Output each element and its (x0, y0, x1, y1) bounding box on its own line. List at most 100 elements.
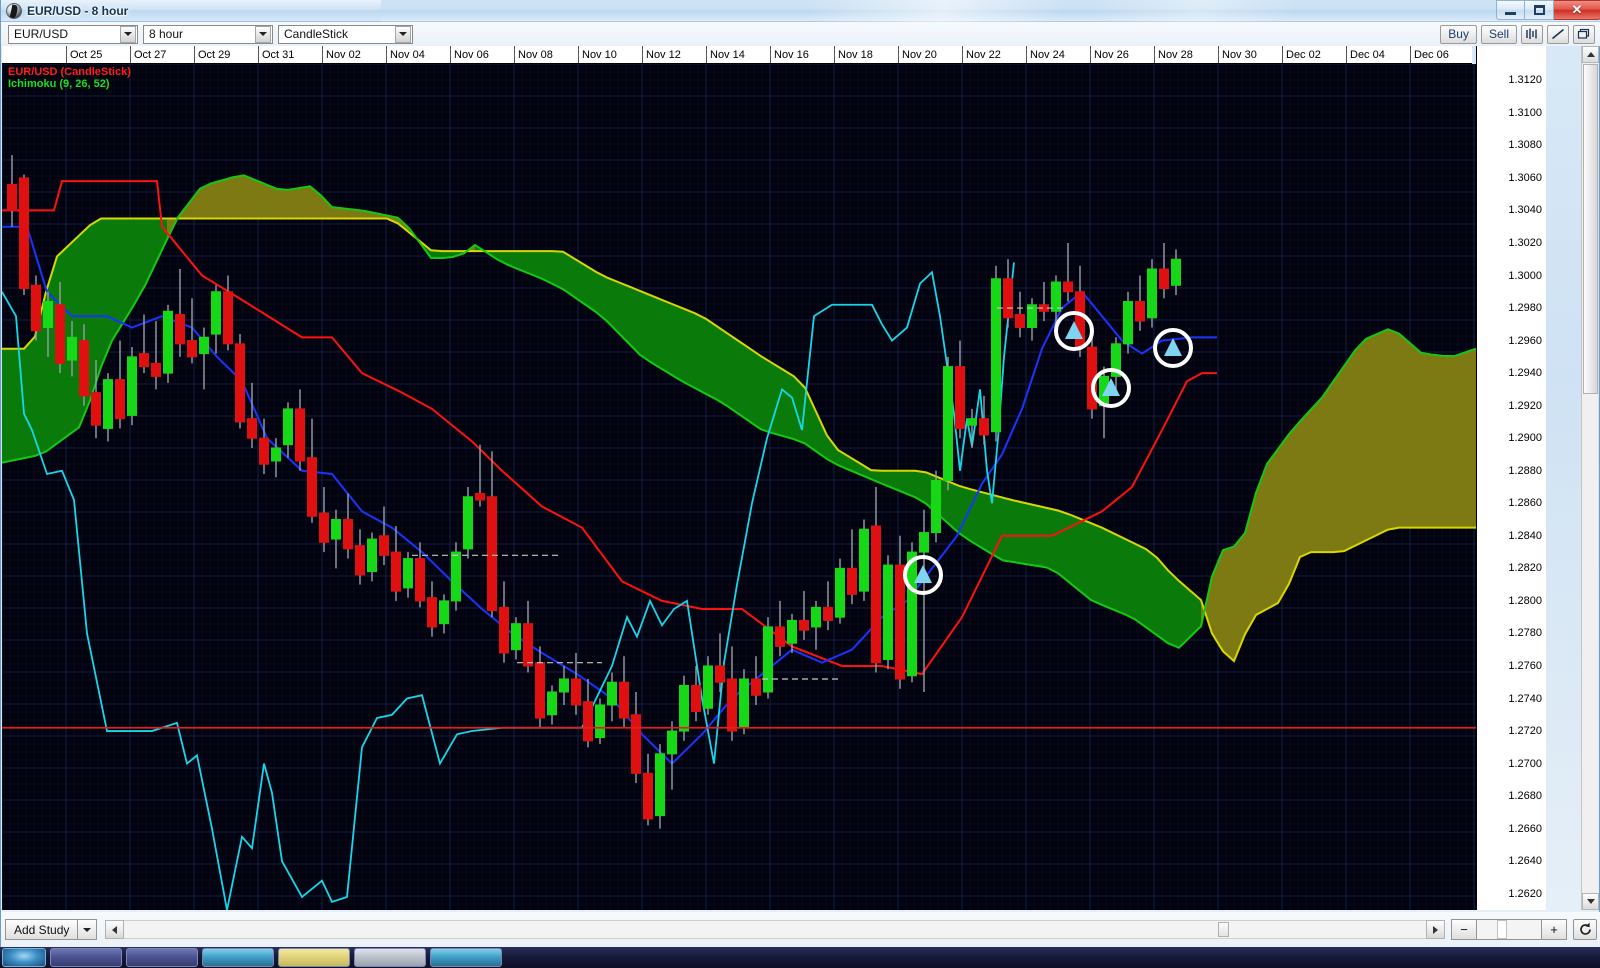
horizontal-scroll-thumb[interactable] (1217, 922, 1229, 937)
taskbar-item[interactable] (430, 948, 502, 967)
scroll-left-button[interactable] (105, 920, 125, 939)
candle-body (751, 678, 761, 696)
candle-body (343, 519, 353, 550)
candle-body (259, 437, 269, 465)
zoom-slider-thumb[interactable] (1497, 920, 1507, 939)
candle-body (127, 356, 137, 416)
chart-type-select[interactable]: CandleStick (278, 24, 413, 44)
price-axis-label: 1.2640 (1508, 855, 1542, 868)
buy-button[interactable]: Buy (1440, 24, 1477, 44)
taskbar-item[interactable] (278, 948, 350, 967)
date-axis-label: Oct 25 (66, 46, 102, 63)
bar-chart-icon[interactable] (1521, 24, 1543, 44)
vertical-scrollbar[interactable] (1581, 46, 1599, 910)
price-axis-label: 1.2740 (1508, 692, 1542, 705)
taskbar-item[interactable] (126, 948, 198, 967)
candle-body (739, 678, 749, 729)
legend-item-price: EUR/USD (CandleStick) (8, 66, 131, 78)
vertical-scroll-thumb[interactable] (1583, 64, 1598, 394)
reset-zoom-icon[interactable] (1573, 919, 1597, 940)
chevron-down-icon[interactable] (395, 25, 411, 43)
candle-body (307, 457, 317, 517)
legend-item-ichimoku: Ichimoku (9, 26, 52) (8, 78, 110, 90)
candle-body (223, 291, 233, 345)
candle-body (787, 619, 797, 644)
candle-body (211, 291, 221, 335)
date-axis-label: Nov 08 (514, 46, 553, 63)
horizontal-scroll-track[interactable] (124, 920, 1426, 939)
price-axis-label: 1.2660 (1508, 822, 1542, 835)
add-study-dropdown-icon[interactable] (78, 919, 98, 940)
candle-body (1123, 301, 1133, 345)
line-chart-icon[interactable] (1547, 24, 1569, 44)
chevron-down-icon[interactable] (120, 25, 136, 43)
candle-body (403, 558, 413, 589)
candle-body (1171, 258, 1181, 286)
symbol-select[interactable]: EUR/USD (8, 24, 138, 44)
start-button[interactable] (2, 948, 46, 967)
chart-toolbar: EUR/USD 8 hour CandleStick Buy Sell (1, 22, 1600, 46)
candle-body (511, 623, 521, 651)
candle-body (583, 701, 593, 742)
window-controls: ✕ (1496, 0, 1600, 21)
price-axis-label: 1.2860 (1508, 497, 1542, 510)
candle-body (463, 496, 473, 550)
scroll-up-button[interactable] (1582, 46, 1599, 63)
candle-body (619, 681, 629, 719)
taskbar-item[interactable] (202, 948, 274, 967)
candle-body (451, 551, 461, 602)
close-button[interactable]: ✕ (1554, 0, 1600, 20)
candle-body (427, 597, 437, 628)
add-study-button[interactable]: Add Study (5, 919, 79, 940)
zoom-in-button[interactable]: + (1541, 919, 1567, 940)
candle-body (907, 551, 917, 677)
zoom-out-button[interactable]: − (1451, 919, 1477, 940)
candle-body (103, 379, 113, 429)
detach-window-icon[interactable] (1573, 24, 1595, 44)
price-axis-label: 1.2700 (1508, 757, 1542, 770)
taskbar-item[interactable] (354, 948, 426, 967)
candle-body (727, 678, 737, 732)
candle-body (367, 538, 377, 573)
ichimoku-cloud (2, 175, 1476, 662)
chevron-down-icon[interactable] (255, 25, 271, 43)
horizontal-scrollbar[interactable] (105, 920, 1445, 939)
kumo-bearish-fill (167, 175, 409, 240)
candle-body (919, 532, 929, 553)
date-axis-label: Nov 22 (962, 46, 1001, 63)
timeframe-select[interactable]: 8 hour (143, 24, 273, 44)
candle-body (535, 662, 545, 719)
price-axis-label: 1.2980 (1508, 302, 1542, 315)
sell-button[interactable]: Sell (1480, 24, 1517, 44)
candle-body (715, 665, 725, 683)
maximize-button[interactable] (1525, 0, 1554, 20)
price-axis-label: 1.2880 (1508, 464, 1542, 477)
candle-body (235, 343, 245, 423)
minimize-button[interactable] (1496, 0, 1525, 20)
candle-body (295, 408, 305, 462)
candle-body (895, 564, 905, 680)
candle-body (79, 340, 89, 397)
candle-body (967, 418, 977, 426)
candle-body (931, 479, 941, 534)
price-axis-label: 1.2900 (1508, 432, 1542, 445)
date-axis-label: Nov 14 (706, 46, 745, 63)
candle-body (607, 681, 617, 706)
chart-plot (2, 64, 1476, 910)
zoom-controls: − + (1451, 919, 1567, 940)
candle-body (67, 336, 77, 361)
zoom-slider[interactable] (1477, 919, 1541, 940)
scroll-right-button[interactable] (1426, 920, 1445, 939)
chart-canvas[interactable]: EUR/USD (CandleStick) Ichimoku (9, 26, 5… (2, 64, 1476, 910)
price-axis-label: 1.2780 (1508, 627, 1542, 640)
candle-body (415, 558, 425, 602)
scroll-down-button[interactable] (1582, 893, 1599, 910)
timeframe-value: 8 hour (149, 27, 184, 41)
candle-body (19, 177, 29, 290)
date-axis-label: Nov 02 (322, 46, 361, 63)
price-axis-label: 1.3060 (1508, 171, 1542, 184)
taskbar-item[interactable] (50, 948, 122, 967)
price-axis-label: 1.3000 (1508, 269, 1542, 282)
candle-body (1003, 278, 1013, 319)
date-axis-label: Dec 02 (1282, 46, 1321, 63)
